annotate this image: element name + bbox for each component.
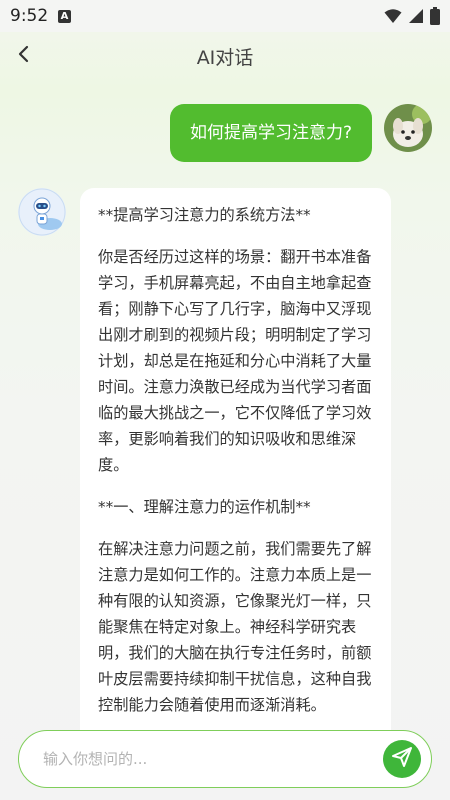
status-icons [384,7,440,29]
ai-message-paragraph: 在解决注意力问题之前，我们需要先了解注意力是如何工作的。注意力本质上是一种有限的… [98,540,372,714]
ai-message-bubble: **提高学习注意力的系统方法** 你是否经历过这样的场景：翻开书本准备学习，手机… [80,188,391,748]
page-title: AI对话 [196,47,254,69]
message-input[interactable] [41,749,365,769]
status-time: 9:52 [10,6,49,26]
ai-message-paragraph: 你是否经历过这样的场景：翻开书本准备学习，手机屏幕亮起，不由自主地拿起查看；刚静… [98,248,372,474]
status-bar: 9:52 A [0,0,450,32]
send-icon [391,746,413,772]
wifi-icon [384,8,402,28]
notification-a-icon: A [58,10,71,23]
user-message-row: 如何提高学习注意力? [169,104,432,162]
user-message-bubble: 如何提高学习注意力? [169,104,372,162]
app-bar: AI对话 [0,32,450,80]
ai-avatar [18,188,66,236]
ai-message-paragraph: **提高学习注意力的系统方法** [98,206,311,224]
ai-message-paragraph: **一、理解注意力的运作机制** [98,498,311,516]
ai-message-row: **提高学习注意力的系统方法** 你是否经历过这样的场景：翻开书本准备学习，手机… [18,188,391,748]
send-button[interactable] [383,740,421,778]
battery-icon [430,7,440,29]
message-input-bar [18,730,432,788]
signal-icon [408,8,424,28]
user-avatar [384,104,432,152]
